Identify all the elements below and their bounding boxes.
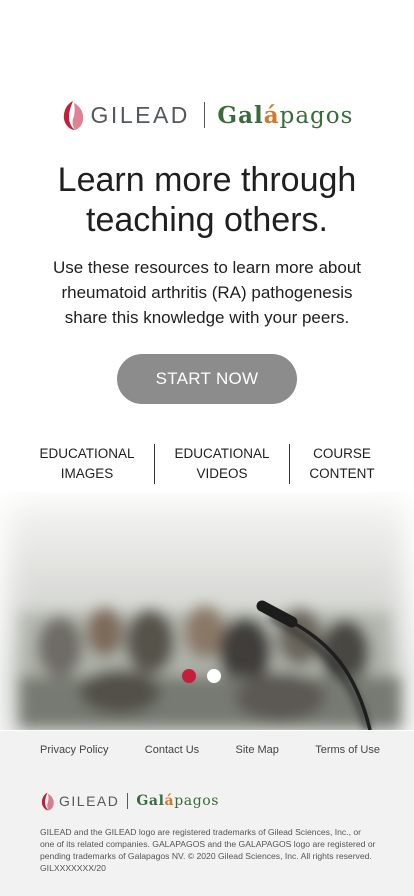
conference-photo — [8, 502, 406, 730]
gilead-wordmark: GILEAD — [90, 101, 190, 128]
nav-educational-videos[interactable]: EDUCATIONAL VIDEOS — [155, 444, 290, 484]
header-logo: GILEAD Galápagos — [0, 98, 414, 132]
footer-link-terms[interactable]: Terms of Use — [315, 744, 380, 756]
page-headline: Learn more through teaching others. — [57, 161, 357, 239]
logo-divider — [127, 793, 129, 809]
gilead-wordmark: GILEAD — [59, 793, 120, 809]
footer-logo: GILEAD Galápagos — [40, 791, 219, 811]
footer-link-contact[interactable]: Contact Us — [145, 744, 199, 756]
footer-link-sitemap[interactable]: Site Map — [235, 744, 278, 756]
galapagos-wordmark: Galápagos — [136, 793, 220, 809]
carousel-dot-2[interactable] — [206, 669, 221, 683]
site-footer: Privacy Policy Contact Us Site Map Terms… — [0, 731, 414, 896]
nav-course-content[interactable]: COURSE CONTENT — [290, 444, 394, 484]
carousel-dot-1[interactable] — [181, 669, 196, 683]
logo-divider — [203, 102, 206, 128]
gilead-logo-icon — [63, 100, 83, 130]
carousel-pagination — [0, 669, 414, 683]
hero-carousel-image — [0, 492, 414, 730]
category-nav: EDUCATIONAL IMAGES EDUCATIONAL VIDEOS COUR… — [20, 444, 394, 484]
gilead-logo-icon — [41, 792, 54, 810]
legal-text: GILEAD and the GILEAD logo are registere… — [40, 827, 376, 873]
start-now-button[interactable]: START NOW — [117, 354, 297, 404]
footer-link-privacy[interactable]: Privacy Policy — [40, 744, 108, 756]
footer-links: Privacy Policy Contact Us Site Map Terms… — [40, 744, 380, 756]
nav-educational-images[interactable]: EDUCATIONAL IMAGES — [20, 444, 155, 484]
intro-text: Use these resources to learn more about … — [52, 258, 362, 327]
galapagos-wordmark: Galápagos — [217, 101, 354, 129]
